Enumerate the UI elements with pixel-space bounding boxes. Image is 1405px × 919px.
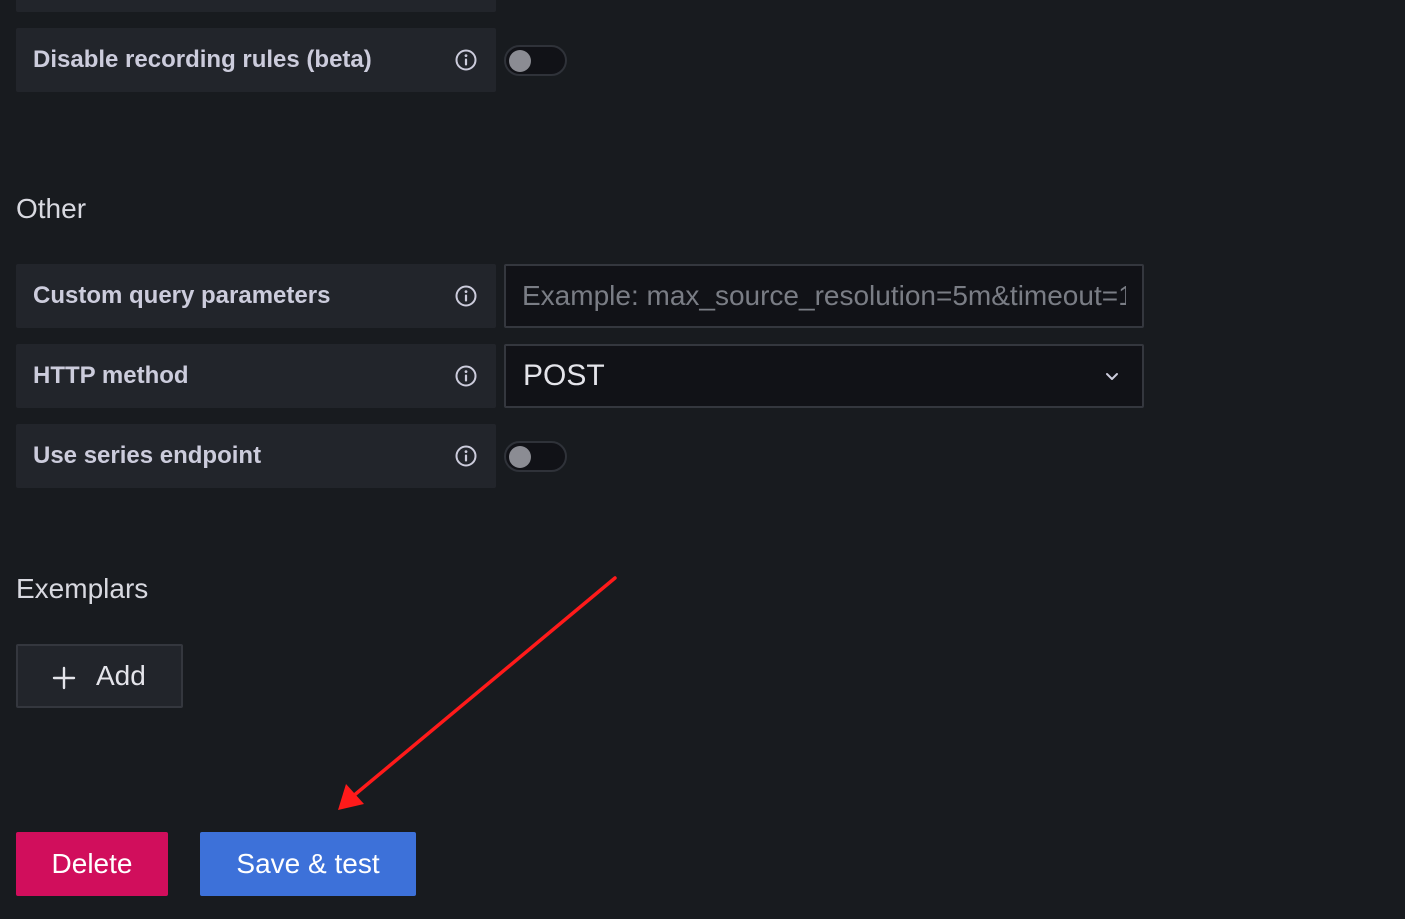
info-icon[interactable] xyxy=(454,284,478,308)
http-method-select[interactable]: POST xyxy=(504,344,1144,408)
custom-query-parameters-input[interactable] xyxy=(504,264,1144,328)
add-button-label: Add xyxy=(96,660,146,691)
use-series-endpoint-toggle[interactable] xyxy=(504,441,567,472)
field-label: HTTP method xyxy=(16,344,496,408)
section-title-exemplars: Exemplars xyxy=(16,573,149,604)
chevron-down-icon xyxy=(1104,368,1120,384)
toggle-knob xyxy=(509,446,531,468)
previous-field-stub xyxy=(16,0,496,12)
delete-button[interactable]: Delete xyxy=(16,832,168,896)
field-label: Use series endpoint xyxy=(16,424,496,488)
info-icon[interactable] xyxy=(454,364,478,388)
info-icon[interactable] xyxy=(454,444,478,468)
http-method-value: POST xyxy=(523,359,605,392)
section-title-other: Other xyxy=(16,193,87,224)
datasource-settings-page: Disable recording rules (beta) Other Cus… xyxy=(0,0,1405,919)
field-label: Custom query parameters xyxy=(16,264,496,328)
info-icon[interactable] xyxy=(454,48,478,72)
field-label-text: Use series endpoint xyxy=(33,442,262,469)
plus-icon xyxy=(52,666,76,690)
save-and-test-button[interactable]: Save & test xyxy=(200,832,416,896)
toggle-knob xyxy=(509,50,531,72)
field-label: Disable recording rules (beta) xyxy=(16,28,496,92)
field-label-text: Custom query parameters xyxy=(33,282,331,309)
add-exemplar-button[interactable]: Add xyxy=(16,644,183,708)
disable-recording-rules-toggle[interactable] xyxy=(504,45,567,76)
field-label-text: Disable recording rules (beta) xyxy=(33,46,372,73)
field-label-text: HTTP method xyxy=(33,362,189,389)
